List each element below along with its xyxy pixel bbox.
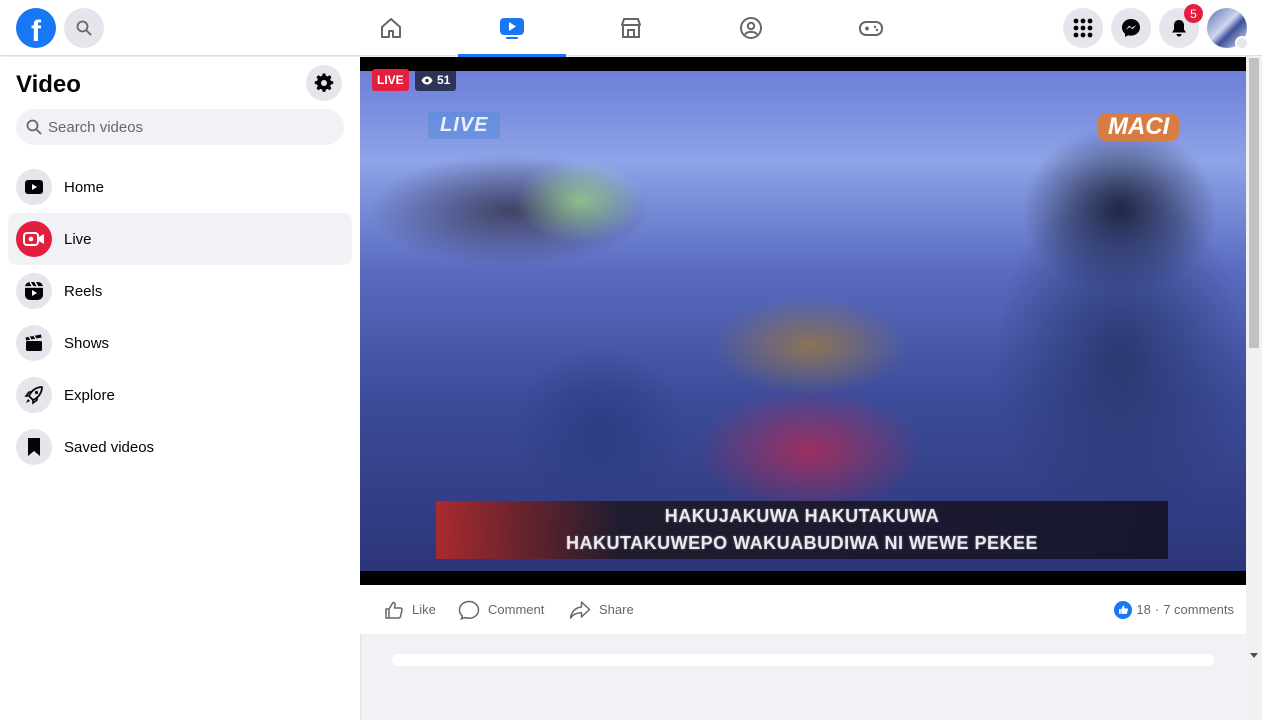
live-icon — [23, 232, 44, 246]
like-reaction-icon — [1114, 600, 1133, 619]
reels-icon — [25, 281, 43, 300]
live-badge: LIVE — [372, 69, 409, 91]
video-player[interactable]: LIVE MACI HAKUJAKUWA HAKUTAKUWA HAKUTAKU… — [360, 57, 1246, 585]
next-post-card — [392, 654, 1214, 666]
eye-icon — [421, 76, 433, 84]
viewer-count: 51 — [437, 73, 451, 87]
sidebar-item-home[interactable]: Home — [8, 161, 352, 213]
comment-icon — [458, 600, 480, 620]
comment-button[interactable]: Comment — [458, 585, 544, 634]
page-scrollbar[interactable] — [1246, 56, 1262, 720]
like-count: 18 — [1136, 602, 1151, 617]
video-sidebar: Video Home Live Reels Shows — [0, 57, 360, 720]
sidebar-item-live[interactable]: Live — [8, 213, 352, 265]
notification-badge: 5 — [1184, 4, 1203, 23]
gear-icon — [314, 73, 334, 92]
sidebar-item-shows[interactable]: Shows — [8, 317, 352, 369]
caption-line-2: HAKUTAKUWEPO WAKUABUDIWA NI WEWE PEKEE — [566, 533, 1038, 553]
comment-label: Comment — [488, 602, 545, 617]
marketplace-icon — [621, 18, 641, 38]
thumbs-up-icon — [385, 601, 403, 619]
video-action-bar: Like Comment Share 18 · 7 comments — [360, 585, 1246, 634]
saved-icon — [28, 438, 40, 456]
video-frame: LIVE MACI HAKUJAKUWA HAKUTAKUWA HAKUTAKU… — [360, 71, 1246, 571]
window-edge — [1262, 0, 1280, 720]
bell-icon — [1172, 20, 1186, 37]
like-button[interactable]: Like — [384, 585, 436, 634]
grid-menu-icon — [1073, 18, 1093, 38]
share-icon — [569, 600, 591, 619]
sidebar-item-label: Saved videos — [64, 438, 155, 456]
chevron-down-icon — [1235, 36, 1249, 50]
explore-icon — [24, 386, 43, 405]
messenger-icon — [1122, 19, 1140, 37]
shows-icon — [25, 334, 42, 351]
tab-watch[interactable] — [458, 0, 566, 57]
sidebar-title: Video — [16, 71, 81, 98]
top-navigation-bar: f 5 — [0, 0, 1262, 57]
search-videos-input[interactable] — [48, 118, 328, 136]
broadcast-live-label: LIVE — [428, 112, 501, 139]
menu-button[interactable] — [1063, 8, 1103, 48]
caption-banner: HAKUJAKUWA HAKUTAKUWA HAKUTAKUWEPO WAKUA… — [436, 501, 1168, 559]
search-videos-field[interactable] — [16, 109, 344, 145]
video-home-icon — [25, 180, 43, 194]
sidebar-item-label: Live — [64, 230, 92, 248]
tab-home[interactable] — [337, 0, 445, 56]
sidebar-item-label: Explore — [64, 386, 115, 404]
scroll-down-arrow-icon[interactable] — [1250, 653, 1258, 658]
comments-count[interactable]: 7 comments — [1163, 602, 1234, 617]
facebook-logo[interactable]: f — [16, 8, 56, 48]
notifications-button[interactable]: 5 — [1159, 4, 1203, 48]
sidebar-item-label: Home — [64, 178, 105, 196]
search-icon — [76, 20, 92, 36]
stats-separator: · — [1154, 602, 1160, 617]
tab-marketplace[interactable] — [577, 0, 685, 56]
tab-gaming[interactable] — [817, 0, 925, 56]
sidebar-item-label: Shows — [64, 334, 110, 352]
watch-icon — [500, 18, 524, 39]
account-avatar[interactable] — [1207, 8, 1249, 50]
groups-icon — [740, 17, 762, 39]
search-button[interactable] — [64, 8, 104, 48]
like-label: Like — [412, 602, 436, 617]
share-button[interactable]: Share — [569, 585, 634, 634]
sidebar-item-explore[interactable]: Explore — [8, 369, 352, 421]
sidebar-item-reels[interactable]: Reels — [8, 265, 352, 317]
tab-groups[interactable] — [697, 0, 805, 56]
share-label: Share — [599, 602, 634, 617]
settings-button[interactable] — [306, 65, 342, 101]
scrollbar-thumb[interactable] — [1249, 58, 1259, 348]
gaming-icon — [859, 21, 883, 36]
sidebar-item-label: Reels — [64, 282, 103, 300]
messenger-button[interactable] — [1111, 8, 1151, 48]
channel-logo: MACI — [1098, 113, 1180, 141]
sidebar-item-saved-videos[interactable]: Saved videos — [8, 421, 352, 473]
search-icon — [26, 119, 42, 135]
reaction-stats[interactable]: 18 · 7 comments — [1114, 585, 1234, 634]
viewer-count-badge: 51 — [415, 69, 457, 91]
caption-line-1: HAKUJAKUWA HAKUTAKUWA — [664, 506, 940, 526]
home-icon — [381, 18, 401, 38]
